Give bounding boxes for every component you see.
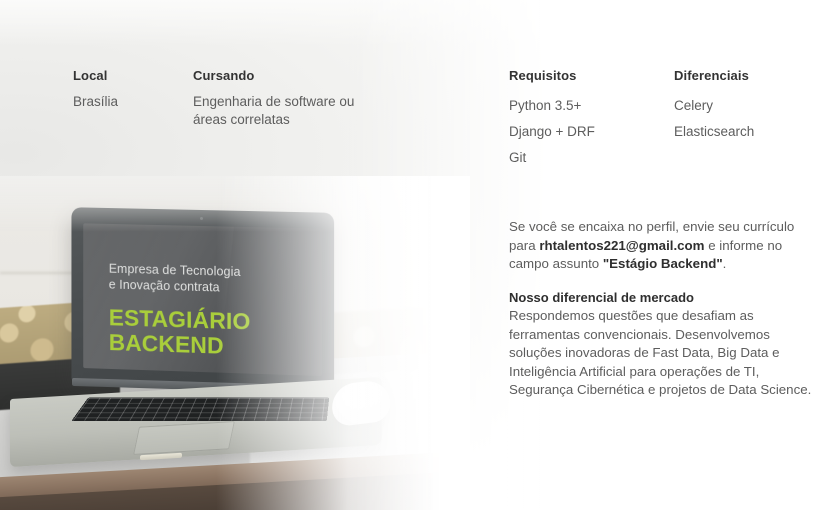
differential-heading: Nosso diferencial de mercado	[509, 290, 694, 305]
apply-subject: "Estágio Backend"	[602, 256, 723, 271]
apply-email: rhtalentos221@gmail.com	[539, 237, 705, 253]
apply-paragraph: Se você se encaixa no perfil, envie seu …	[509, 218, 814, 274]
list-item: Celery	[674, 98, 714, 113]
list-item: Python 3.5+	[509, 98, 582, 113]
column-cursando: Cursando Engenharia de software ou áreas…	[193, 68, 373, 129]
column-local-heading: Local	[73, 68, 108, 83]
job-posting-poster: Empresa de Tecnologia e Inovação contrat…	[0, 0, 825, 510]
column-local: Local Brasília	[73, 68, 183, 111]
apply-end: .	[722, 256, 727, 271]
list-item: Django + DRF	[509, 124, 595, 139]
laptop-latch	[140, 452, 182, 461]
requisitos-list: Python 3.5+ Django + DRF Git	[509, 93, 659, 171]
diferenciais-list: Celery Elasticsearch	[674, 93, 824, 145]
column-requisitos: Requisitos Python 3.5+ Django + DRF Git	[509, 68, 659, 171]
column-cursando-value: Engenharia de software ou áreas correlat…	[193, 94, 355, 127]
column-requisitos-heading: Requisitos	[509, 68, 577, 83]
column-cursando-heading: Cursando	[193, 68, 255, 83]
column-diferenciais-heading: Diferenciais	[674, 68, 749, 83]
list-item: Git	[509, 150, 527, 165]
list-item: Elasticsearch	[674, 124, 755, 139]
differential-section: Nosso diferencial de mercado Respondemos…	[509, 290, 814, 400]
differential-body: Respondemos questões que desafiam as fer…	[509, 308, 812, 397]
column-diferenciais: Diferenciais Celery Elasticsearch	[674, 68, 824, 145]
column-local-value: Brasília	[73, 94, 119, 109]
apply-instructions: Se você se encaixa no perfil, envie seu …	[509, 218, 814, 274]
